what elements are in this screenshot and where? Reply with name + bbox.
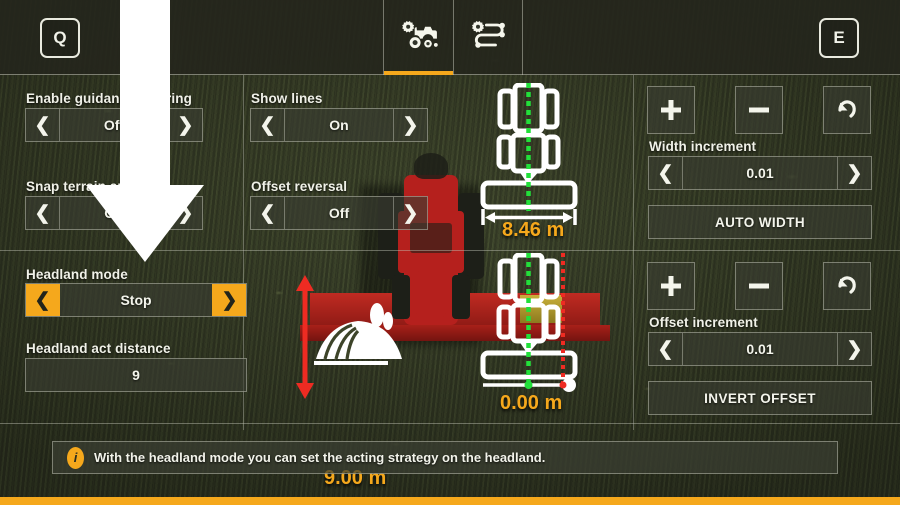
prev-arrow-icon[interactable]: ❮: [251, 197, 285, 229]
undo-arrow-icon: [838, 100, 856, 118]
tab-bar: [383, 0, 523, 75]
prev-arrow-icon[interactable]: ❮: [26, 109, 60, 141]
prev-arrow-icon[interactable]: ❮: [26, 197, 60, 229]
annotation-arrow-icon: [80, 0, 210, 270]
selector-width-increment[interactable]: ❮ 0.01 ❯: [648, 156, 872, 190]
width-increase-button[interactable]: [647, 86, 695, 134]
info-bar: i With the headland mode you can set the…: [52, 441, 838, 474]
input-headland-act-distance[interactable]: 9: [25, 358, 247, 392]
next-arrow-icon[interactable]: ❯: [212, 284, 246, 316]
undo-arrow-icon: [838, 276, 856, 294]
label-offset-increment: Offset increment: [649, 315, 758, 330]
selector-value: Off: [328, 205, 350, 221]
width-decrease-button[interactable]: [735, 86, 783, 134]
width-reset-button[interactable]: [823, 86, 871, 134]
next-arrow-icon[interactable]: ❯: [393, 109, 427, 141]
next-arrow-icon[interactable]: ❯: [837, 333, 871, 365]
prev-arrow-icon[interactable]: ❮: [251, 109, 285, 141]
selector-value: 0.01: [746, 165, 774, 181]
tab-track-settings[interactable]: [453, 0, 523, 75]
prev-arrow-icon[interactable]: ❮: [26, 284, 60, 316]
divider-horizontal-bottom: [0, 423, 900, 424]
tractor-gear-icon: [399, 20, 439, 55]
selector-headland-mode[interactable]: ❮ Stop ❯: [25, 283, 247, 317]
label-show-lines: Show lines: [251, 91, 323, 106]
working-width-diagram: [466, 82, 616, 233]
label-offset-reversal: Offset reversal: [251, 179, 348, 194]
plus-icon: [661, 276, 681, 296]
invert-offset-button[interactable]: INVERT OFFSET: [648, 381, 872, 415]
route-gear-icon: [468, 20, 508, 55]
headland-distance-diagram: [292, 271, 432, 401]
selector-offset-increment[interactable]: ❮ 0.01 ❯: [648, 332, 872, 366]
prev-arrow-icon[interactable]: ❮: [649, 157, 683, 189]
next-arrow-icon[interactable]: ❯: [837, 157, 871, 189]
info-icon: i: [67, 446, 84, 469]
key-hint-q[interactable]: Q: [40, 18, 80, 58]
minus-icon: [749, 283, 769, 289]
selector-value: Stop: [120, 292, 152, 308]
key-hint-e[interactable]: E: [819, 18, 859, 58]
minus-icon: [749, 107, 769, 113]
offset-reset-button[interactable]: [823, 262, 871, 310]
divider-vertical-right: [633, 75, 634, 430]
selector-offset-reversal[interactable]: ❮ Off ❯: [250, 196, 428, 230]
selector-value: 0.01: [746, 341, 774, 357]
offset-value: 0.00 m: [500, 392, 563, 414]
prev-arrow-icon[interactable]: ❮: [649, 333, 683, 365]
next-arrow-icon[interactable]: ❯: [393, 197, 427, 229]
selector-show-lines[interactable]: ❮ On ❯: [250, 108, 428, 142]
offset-diagram: [466, 252, 616, 403]
working-width-value: 8.46 m: [502, 219, 565, 241]
auto-width-button[interactable]: AUTO WIDTH: [648, 205, 872, 239]
bottom-accent-bar: [0, 497, 900, 505]
info-bar-text: With the headland mode you can set the a…: [94, 450, 546, 465]
label-headland-act-distance: Headland act distance: [26, 341, 171, 356]
offset-increase-button[interactable]: [647, 262, 695, 310]
plus-icon: [661, 100, 681, 120]
offset-decrease-button[interactable]: [735, 262, 783, 310]
selector-value: On: [329, 117, 349, 133]
tab-vehicle-settings[interactable]: [383, 0, 453, 75]
label-width-increment: Width increment: [649, 139, 757, 154]
